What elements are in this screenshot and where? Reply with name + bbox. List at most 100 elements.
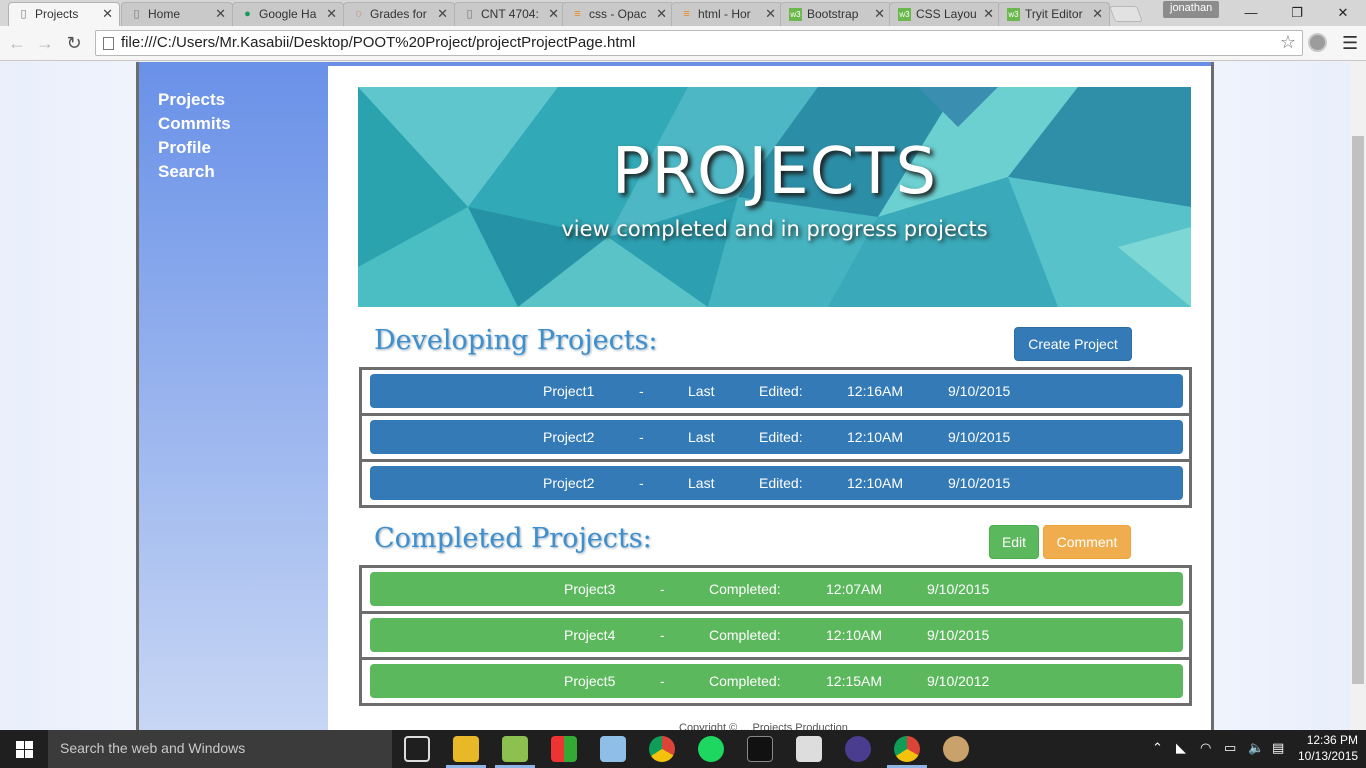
close-icon[interactable]: ✕ [765, 6, 776, 22]
office-icon[interactable] [551, 736, 577, 762]
extension-icon[interactable] [1308, 33, 1327, 52]
page-viewport: Projects Commits Profile Search PROJECTS… [0, 62, 1350, 730]
sidebar: Projects Commits Profile Search [139, 62, 328, 730]
developing-project-row[interactable]: Project1 - Last Edited: 12:16AM 9/10/201… [370, 374, 1183, 408]
notepad-icon[interactable] [502, 736, 528, 762]
browser-tab-home[interactable]: ▯ Home ✕ [121, 2, 233, 26]
site-container: Projects Commits Profile Search PROJECTS… [136, 62, 1214, 730]
close-icon[interactable]: ✕ [656, 6, 667, 22]
clock-date: 10/13/2015 [1298, 749, 1359, 763]
minimize-icon[interactable]: — [1228, 0, 1274, 26]
sidebar-item-profile[interactable]: Profile [158, 136, 328, 160]
completed-label: Completed: [709, 627, 781, 643]
developing-project-row[interactable]: Project2 - Last Edited: 12:10AM 9/10/201… [370, 420, 1183, 454]
page-scrollbar[interactable] [1350, 62, 1366, 730]
completed-project-row[interactable]: Project3 - Completed: 12:07AM 9/10/2015 [370, 572, 1183, 606]
tab-title: Home [148, 7, 181, 21]
scrollbar-thumb[interactable] [1352, 136, 1364, 684]
taskbar-search-input[interactable]: Search the web and Windows [48, 730, 392, 768]
edit-button[interactable]: Edit [989, 525, 1039, 559]
hangouts-icon: ● [244, 8, 251, 20]
eclipse-icon[interactable] [845, 736, 871, 762]
list-item: Project1 - Last Edited: 12:16AM 9/10/201… [359, 367, 1192, 413]
browser-tab-hangouts[interactable]: ● Google Ha ✕ [232, 2, 344, 26]
browser-tab-grades[interactable]: ◌ Grades for ✕ [343, 2, 455, 26]
edited-date: 9/10/2015 [948, 383, 1011, 399]
close-icon[interactable]: ✕ [326, 6, 337, 22]
tab-title: Bootstrap [807, 7, 859, 21]
close-icon[interactable]: ✕ [437, 6, 448, 22]
page-subtitle: view completed and in progress projects [561, 217, 988, 241]
completed-list: Project3 - Completed: 12:07AM 9/10/2015 … [359, 565, 1192, 706]
chrome-menu-icon[interactable]: ☰ [1342, 33, 1358, 54]
completed-label: Completed: [709, 581, 781, 597]
paint-palette-icon[interactable] [943, 736, 969, 762]
completed-time: 12:10AM [826, 627, 883, 643]
browser-tab-css-layout[interactable]: w3 CSS Layou ✕ [889, 2, 1001, 26]
grades-icon: ◌ [355, 8, 362, 20]
sidebar-item-search[interactable]: Search [158, 160, 328, 184]
last-label: Last [688, 383, 715, 399]
taskbar-clock[interactable]: 12:36 PM 10/13/2015 [1298, 732, 1358, 764]
chevron-up-icon[interactable]: ⌃ [1152, 740, 1163, 756]
last-label: Last [688, 429, 715, 445]
project-name: Project2 [543, 475, 595, 491]
browser-tab-bootstrap[interactable]: w3 Bootstrap ✕ [780, 2, 892, 26]
sidebar-item-commits[interactable]: Commits [158, 112, 328, 136]
completed-project-row[interactable]: Project4 - Completed: 12:10AM 9/10/2015 [370, 618, 1183, 652]
completed-heading: Completed Projects: [374, 523, 652, 554]
browser-tab-cnt[interactable]: ▯ CNT 4704: ✕ [454, 2, 566, 26]
chrome-active-icon[interactable] [894, 736, 920, 762]
edited-time: 12:16AM [847, 383, 904, 399]
window-close-icon[interactable]: ✕ [1320, 0, 1366, 26]
address-bar[interactable]: file:///C:/Users/Mr.Kasabii/Desktop/POOT… [95, 30, 1303, 56]
completed-time: 12:15AM [826, 673, 883, 689]
comment-button[interactable]: Comment [1043, 525, 1131, 559]
edited-time: 12:10AM [847, 475, 904, 491]
restore-icon[interactable]: ❐ [1274, 0, 1320, 26]
forward-arrow-icon[interactable]: → [34, 32, 56, 54]
separator: - [660, 627, 665, 643]
spotify-icon[interactable] [698, 736, 724, 762]
browser-tab-tryit[interactable]: w3 Tryit Editor ✕ [998, 2, 1110, 26]
network-icon[interactable]: ◣ [1176, 740, 1186, 756]
completed-date: 9/10/2012 [927, 673, 990, 689]
calculator-icon[interactable] [796, 736, 822, 762]
chrome-icon[interactable] [649, 736, 675, 762]
task-view-icon[interactable] [404, 736, 430, 762]
separator: - [639, 429, 644, 445]
profile-badge[interactable]: jonathan [1163, 1, 1220, 18]
windows-start-icon[interactable] [0, 730, 48, 768]
battery-icon[interactable]: ▭ [1224, 740, 1236, 756]
close-icon[interactable]: ✕ [983, 6, 994, 22]
browser-tab-html[interactable]: ≡ html - Hor ✕ [671, 2, 783, 26]
developing-list: Project1 - Last Edited: 12:16AM 9/10/201… [359, 367, 1192, 508]
file-explorer-icon[interactable] [453, 736, 479, 762]
action-center-icon[interactable]: ▤ [1272, 740, 1284, 756]
close-icon[interactable]: ✕ [102, 6, 113, 22]
sidebar-item-projects[interactable]: Projects [158, 88, 328, 112]
back-arrow-icon[interactable]: ← [6, 32, 28, 54]
wifi-icon[interactable]: ◠ [1200, 740, 1211, 756]
new-tab-button[interactable] [1109, 6, 1143, 22]
volume-icon[interactable]: 🔈 [1248, 740, 1264, 756]
close-icon[interactable]: ✕ [874, 6, 885, 22]
w3schools-icon: w3 [789, 8, 802, 21]
paint-icon[interactable] [600, 736, 626, 762]
browser-tab-css-opacity[interactable]: ≡ css - Opac ✕ [562, 2, 674, 26]
stackoverflow-icon: ≡ [683, 8, 690, 20]
close-icon[interactable]: ✕ [1092, 6, 1103, 22]
reload-icon[interactable]: ↻ [63, 32, 85, 54]
completed-project-row[interactable]: Project5 - Completed: 12:15AM 9/10/2012 [370, 664, 1183, 698]
browser-tab-projects[interactable]: ▯ Projects ✕ [8, 2, 120, 26]
w3schools-icon: w3 [1007, 8, 1020, 21]
clock-time: 12:36 PM [1306, 733, 1359, 747]
edited-date: 9/10/2015 [948, 429, 1011, 445]
command-prompt-icon[interactable] [747, 736, 773, 762]
project-name: Project4 [564, 627, 616, 643]
close-icon[interactable]: ✕ [548, 6, 559, 22]
developing-project-row[interactable]: Project2 - Last Edited: 12:10AM 9/10/201… [370, 466, 1183, 500]
create-project-button[interactable]: Create Project [1014, 327, 1132, 361]
close-icon[interactable]: ✕ [215, 6, 226, 22]
bookmark-star-icon[interactable]: ☆ [1280, 32, 1296, 53]
